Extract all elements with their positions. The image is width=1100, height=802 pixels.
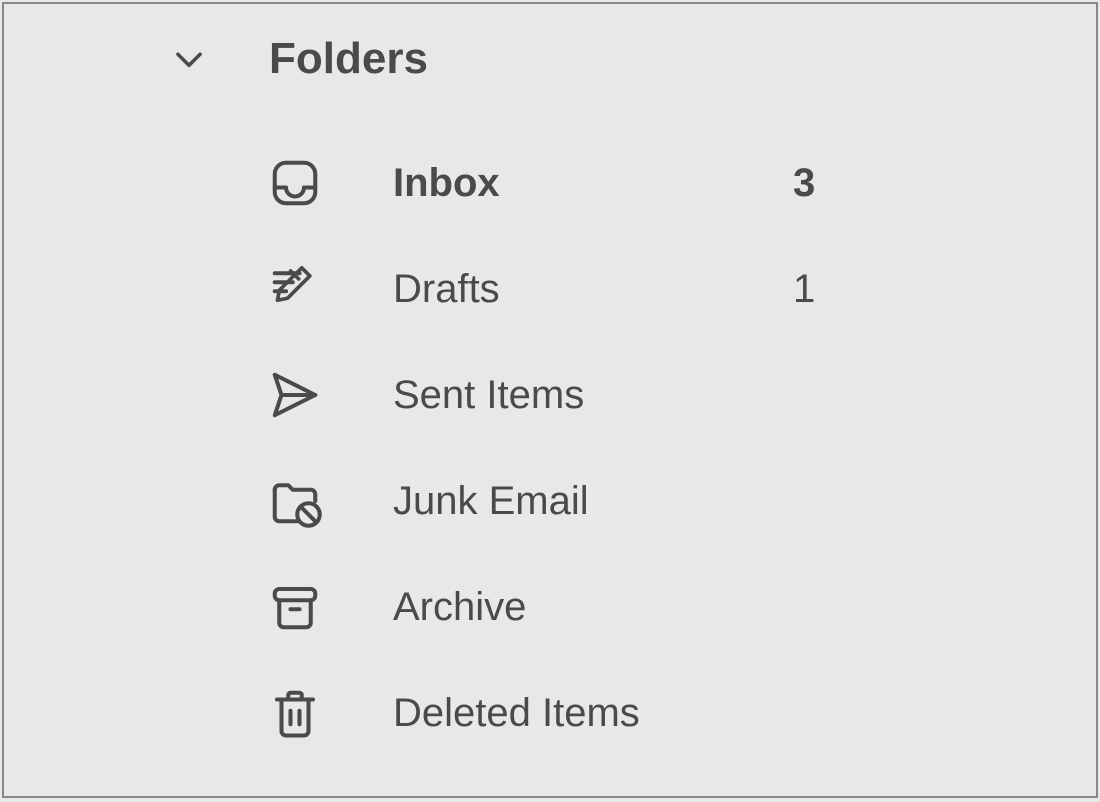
folder-item-sent[interactable]: Sent Items [4, 342, 1096, 448]
folder-label: Drafts [393, 267, 793, 312]
deleted-icon [267, 685, 323, 741]
folder-item-drafts[interactable]: Drafts 1 [4, 236, 1096, 342]
archive-icon [267, 579, 323, 635]
folders-header[interactable]: Folders [4, 34, 1096, 84]
folder-label: Deleted Items [393, 691, 793, 736]
folder-item-junk[interactable]: Junk Email [4, 448, 1096, 554]
folder-item-archive[interactable]: Archive [4, 554, 1096, 660]
sent-icon [267, 367, 323, 423]
folder-item-deleted[interactable]: Deleted Items [4, 660, 1096, 766]
folder-label: Inbox [393, 161, 793, 206]
folder-item-inbox[interactable]: Inbox 3 [4, 130, 1096, 236]
junk-icon [267, 473, 323, 529]
folder-label: Sent Items [393, 373, 793, 418]
drafts-icon [267, 261, 323, 317]
folder-label: Junk Email [393, 479, 793, 524]
folders-title: Folders [269, 34, 428, 84]
chevron-down-icon[interactable] [169, 39, 209, 79]
folder-count: 3 [793, 161, 815, 206]
folder-navigation-panel: Folders Inbox 3 Drafts 1 [2, 2, 1098, 798]
folder-label: Archive [393, 585, 793, 630]
inbox-icon [267, 155, 323, 211]
folder-count: 1 [793, 267, 815, 312]
